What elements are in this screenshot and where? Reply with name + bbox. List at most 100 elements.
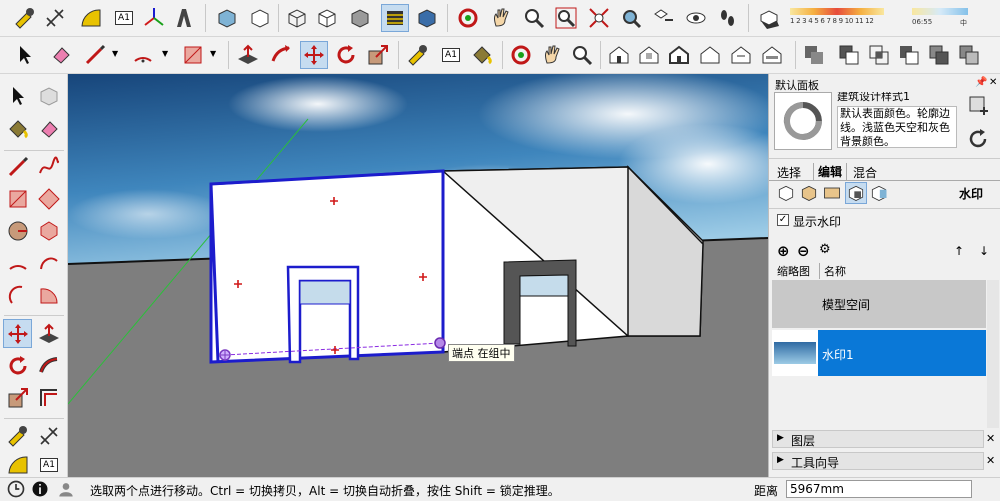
collapsed-section-layers[interactable]: ▶ 图层 [772,430,984,448]
background-settings-icon[interactable] [822,183,842,203]
edit-watermark-icon[interactable]: ⚙ [819,242,831,257]
user-account-icon[interactable] [56,479,76,499]
left-scale-icon[interactable] [5,385,31,411]
dimension-icon[interactable] [42,5,68,31]
back-edges-icon[interactable] [247,5,273,31]
remove-watermark-icon[interactable]: ⊖ [797,242,810,260]
wireframe-icon[interactable] [284,5,310,31]
axes-icon[interactable] [141,5,167,31]
line-dropdown-icon[interactable]: ▼ [112,49,118,58]
right-view-icon[interactable] [697,42,723,68]
pan-icon[interactable] [488,5,514,31]
split-icon[interactable] [956,42,982,68]
polygon-icon[interactable] [36,218,62,244]
left-dimension-icon[interactable] [36,423,62,449]
modeling-viewport[interactable]: 端点 在组中 [68,74,768,477]
left-protractor-icon[interactable] [5,452,31,478]
arc-icon[interactable] [130,42,156,68]
tab-select[interactable]: 选择 [777,164,801,181]
circle-icon[interactable] [5,218,31,244]
previous-view-icon[interactable] [618,5,644,31]
walk-icon[interactable] [714,5,740,31]
pin-icon[interactable]: 📌 [975,77,987,88]
union-icon[interactable] [801,42,827,68]
shaded-icon[interactable] [347,5,373,31]
shape-dropdown-icon[interactable]: ▼ [210,49,216,58]
push-pull-icon[interactable] [235,42,261,68]
tape-measure-icon[interactable] [12,5,38,31]
shadow-month-slider[interactable] [790,8,884,15]
close-instructor-icon[interactable]: ✕ [986,454,995,467]
scale-icon[interactable] [365,42,391,68]
left-select-icon[interactable] [5,83,31,109]
orbit-icon[interactable] [455,5,481,31]
panel-scrollbar[interactable] [987,280,999,428]
left-line-icon[interactable] [5,154,31,180]
top-view-icon[interactable] [636,42,662,68]
text-tool-2-icon[interactable]: A1 [438,42,464,68]
freehand-icon[interactable] [36,154,62,180]
list-item-model-space[interactable]: 模型空间 [772,280,986,328]
monochrome-icon[interactable] [414,5,440,31]
select-icon[interactable] [12,42,38,68]
zoom-extents-icon[interactable] [586,5,612,31]
trim-icon[interactable] [926,42,952,68]
tape-measure-2-icon[interactable] [405,42,431,68]
iso-view-icon[interactable] [606,42,632,68]
move-icon[interactable] [300,41,328,69]
face-settings-icon[interactable] [799,183,819,203]
left-arc-icon[interactable] [5,250,31,276]
paint-bucket-icon[interactable] [469,42,495,68]
left-move-icon[interactable] [3,319,32,348]
eraser-icon[interactable] [48,42,74,68]
left-text-tool-icon[interactable]: A1 [36,452,62,478]
watermark-settings-icon[interactable] [845,182,867,204]
offset-icon[interactable] [36,385,62,411]
back-view-icon[interactable] [728,42,754,68]
xray-icon[interactable] [214,5,240,31]
zoom-2-icon[interactable] [569,42,595,68]
orbit-2-icon[interactable] [508,42,534,68]
pie-icon[interactable] [36,282,62,308]
subtract-icon[interactable] [896,42,922,68]
three-point-arc-icon[interactable] [5,282,31,308]
edge-settings-icon[interactable] [776,183,796,203]
update-style-icon[interactable] [965,126,991,152]
add-watermark-icon[interactable]: ⊕ [777,242,790,260]
text-tool-icon[interactable]: A1 [111,5,137,31]
shadow-time-slider[interactable] [912,8,968,15]
measurement-input[interactable]: 5967mm [786,480,972,498]
position-camera-icon[interactable] [651,5,677,31]
rectangle-icon[interactable] [180,42,206,68]
shaded-with-textures-icon[interactable] [381,4,409,32]
rotate-icon[interactable] [333,42,359,68]
show-watermark-checkbox[interactable]: ✓ [777,214,789,226]
modeling-settings-icon[interactable] [869,183,889,203]
geolocation-icon[interactable] [6,479,26,499]
move-watermark-up-icon[interactable]: ↑ [954,244,964,258]
left-rotate-icon[interactable] [5,353,31,379]
left-view-icon[interactable] [759,42,785,68]
arc-dropdown-icon[interactable]: ▼ [162,49,168,58]
left-eraser-icon[interactable] [36,116,62,142]
create-style-icon[interactable] [965,92,991,118]
make-component-icon[interactable] [36,83,62,109]
left-push-pull-icon[interactable] [36,321,62,347]
line-icon[interactable] [82,42,108,68]
panel-close-icon[interactable]: ✕ [989,77,997,88]
info-icon[interactable] [30,479,50,499]
list-item-watermark[interactable]: 水印1 [772,330,986,376]
look-around-icon[interactable] [683,5,709,31]
two-point-arc-icon[interactable] [36,250,62,276]
shadows-icon[interactable] [756,5,782,31]
hidden-line-icon[interactable] [314,5,340,31]
move-watermark-down-icon[interactable]: ↓ [979,244,989,258]
collapsed-section-instructor[interactable]: ▶ 工具向导 [772,452,984,470]
left-paint-bucket-icon[interactable] [5,116,31,142]
follow-me-icon[interactable] [268,42,294,68]
3d-text-icon[interactable] [171,5,197,31]
outer-shell-icon[interactable] [836,42,862,68]
tab-mix[interactable]: 混合 [853,164,877,181]
left-rectangle-icon[interactable] [5,186,31,212]
zoom-icon[interactable] [521,5,547,31]
